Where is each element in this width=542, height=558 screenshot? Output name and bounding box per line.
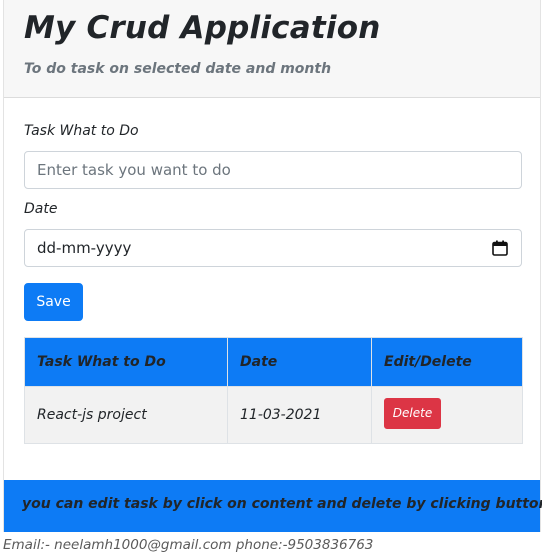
task-label: Task What to Do [24, 123, 139, 139]
date-cell[interactable]: 11-03-2021 [227, 386, 372, 444]
task-input[interactable] [24, 151, 522, 189]
crud-card: My Crud Application To do task on select… [3, 0, 542, 532]
task-table: Task What to Do Date Edit/Delete React-j… [24, 337, 523, 444]
card-footer: you can edit task by click on content an… [4, 480, 542, 532]
delete-button[interactable]: Delete [384, 397, 441, 429]
task-cell[interactable]: React-js project [24, 386, 228, 444]
column-header-date: Date [227, 337, 372, 387]
action-cell: Delete [371, 386, 523, 444]
footer-instructions: you can edit task by click on content an… [22, 496, 542, 512]
contact-info: Email:- neelamh1000@gmail.com phone:-950… [3, 537, 374, 553]
date-input-text: dd-mm-yyyy [37, 239, 132, 257]
column-header-task: Task What to Do [24, 337, 228, 387]
page-title: My Crud Application [24, 10, 381, 46]
date-input[interactable]: dd-mm-yyyy [24, 229, 522, 267]
page-subtitle: To do task on selected date and month [24, 61, 332, 77]
calendar-icon[interactable] [491, 239, 509, 257]
table-row: React-js project 11-03-2021 Delete [24, 386, 523, 444]
table-header-row: Task What to Do Date Edit/Delete [24, 337, 523, 387]
date-label: Date [24, 201, 58, 217]
column-header-edit-delete: Edit/Delete [371, 337, 523, 387]
card-header: My Crud Application To do task on select… [4, 0, 540, 98]
save-button[interactable]: Save [24, 283, 83, 321]
